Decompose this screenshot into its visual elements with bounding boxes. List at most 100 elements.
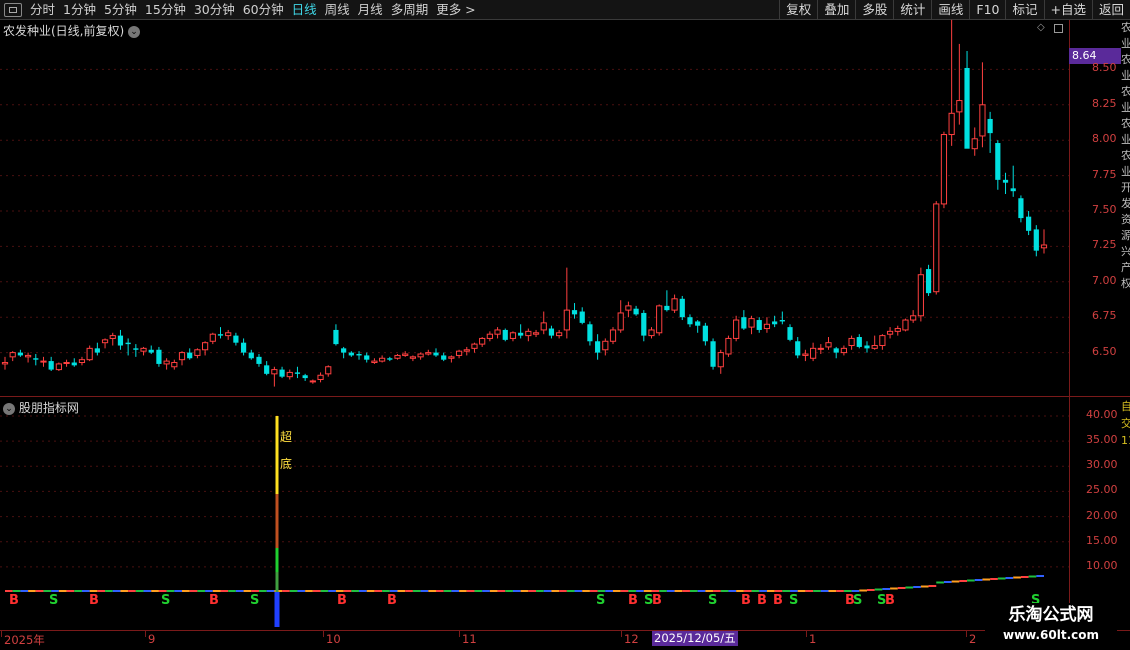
candle-body-down — [148, 349, 154, 353]
candle-body-down — [779, 320, 785, 322]
indicator-bar-blue — [274, 592, 280, 627]
candle-body-down — [587, 324, 593, 342]
candle-body-up — [825, 342, 832, 348]
candle-body-up — [55, 363, 62, 371]
buy-signal: B — [337, 593, 347, 608]
date-label: 9 — [148, 632, 156, 646]
candle-body-up — [648, 329, 655, 337]
candle-body-down — [833, 348, 839, 353]
date-label: 1 — [809, 632, 817, 646]
candle-body-up — [1040, 244, 1048, 249]
candle-body-down — [187, 352, 193, 359]
candle-body-up — [617, 312, 624, 331]
candle-body-down — [548, 328, 555, 336]
buy-signal: B — [209, 593, 219, 608]
candle-body-up — [479, 337, 486, 345]
candle-body-down — [995, 143, 1001, 180]
candle-body-down — [964, 67, 970, 149]
candle-body-down — [356, 354, 362, 356]
kline-chart[interactable] — [0, 0, 1069, 630]
candle-body-up — [140, 347, 147, 352]
candle-body-down — [117, 335, 124, 346]
candle-body-up — [101, 339, 109, 344]
candle-body-up — [286, 371, 293, 378]
indicator-tick-label: 30.00 — [1086, 458, 1118, 472]
candle-body-up — [463, 349, 470, 352]
date-tick — [621, 631, 622, 637]
candle-body-up — [471, 343, 478, 349]
buy-signal: B — [885, 593, 895, 608]
tool-button-8[interactable]: 返回 — [1091, 0, 1130, 20]
candle-body-down — [433, 352, 439, 356]
date-label: 2025年 — [4, 633, 45, 647]
candle-body-down — [33, 358, 39, 360]
candle-body-up — [763, 323, 771, 330]
candle-body-up — [509, 332, 517, 339]
sell-signal: S — [708, 593, 718, 608]
candle-body-down — [264, 365, 270, 374]
candle-body-down — [94, 348, 100, 353]
indicator-tick-label: 40.00 — [1086, 408, 1118, 421]
candle-body-up — [325, 366, 332, 375]
candle-body-up — [609, 329, 617, 342]
candle-body-up — [109, 335, 116, 339]
candle-body-up — [425, 352, 432, 355]
candle-body-up — [40, 360, 47, 363]
indicator-tick-label: 20.00 — [1086, 508, 1118, 522]
candle-body-down — [987, 118, 993, 134]
candle-body-up — [940, 134, 948, 205]
buy-signal: B — [757, 593, 767, 608]
candle-body-up — [209, 333, 216, 342]
candle-body-up — [625, 305, 632, 311]
candle-body-up — [563, 309, 570, 331]
buy-signal: B — [741, 593, 751, 608]
candle-body-up — [910, 315, 917, 321]
buy-signal: B — [652, 593, 662, 608]
price-tick-label: 8.00 — [1092, 132, 1117, 146]
candle-body-down — [595, 341, 601, 353]
candle-body-up — [202, 342, 209, 351]
date-tick — [1, 631, 2, 637]
candle-body-up — [917, 274, 924, 317]
sell-signal: S — [161, 593, 171, 608]
buy-signal: B — [628, 593, 638, 608]
candle-body-down — [156, 349, 162, 364]
candle-body-up — [9, 352, 16, 358]
candle-body-up — [810, 347, 817, 359]
candle-body-up — [602, 340, 609, 351]
price-tick-label: 7.25 — [1092, 238, 1117, 252]
indicator-tick-label: 15.00 — [1086, 533, 1118, 547]
date-label: 2 — [969, 632, 977, 646]
candle-body-down — [1033, 229, 1039, 251]
candle-body-up — [886, 330, 894, 335]
price-tick-label: 6.50 — [1092, 344, 1117, 358]
candle-body-down — [248, 352, 254, 359]
sell-signal: S — [853, 593, 863, 608]
candle-body-up — [486, 333, 493, 339]
candle-body-up — [194, 349, 201, 356]
price-tick-label: 6.75 — [1092, 309, 1117, 323]
date-label: 10 — [326, 632, 341, 646]
candle-body-down — [741, 317, 747, 329]
candle-body-up — [971, 138, 978, 150]
candle-body-up — [879, 335, 886, 347]
candle-body-down — [294, 372, 301, 374]
candle-body-up — [871, 345, 878, 349]
price-tick-label: 7.50 — [1092, 203, 1117, 216]
candle-body-down — [925, 269, 932, 294]
date-label: 11 — [462, 632, 477, 646]
candle-body-down — [518, 332, 524, 336]
candle-body-up — [225, 332, 232, 337]
indicator-bar-green — [275, 548, 279, 572]
candle-body-down — [364, 355, 370, 360]
candle-body-up — [748, 318, 755, 328]
candle-body-up — [1, 362, 9, 365]
candle-body-up — [848, 337, 855, 347]
candle-body-up — [525, 330, 532, 337]
candle-body-down — [217, 334, 224, 336]
buy-signal: B — [387, 593, 397, 608]
candle-body-down — [756, 320, 762, 330]
candle-body-up — [948, 112, 955, 136]
date-tick — [145, 631, 146, 637]
candle-body-up — [309, 380, 316, 383]
